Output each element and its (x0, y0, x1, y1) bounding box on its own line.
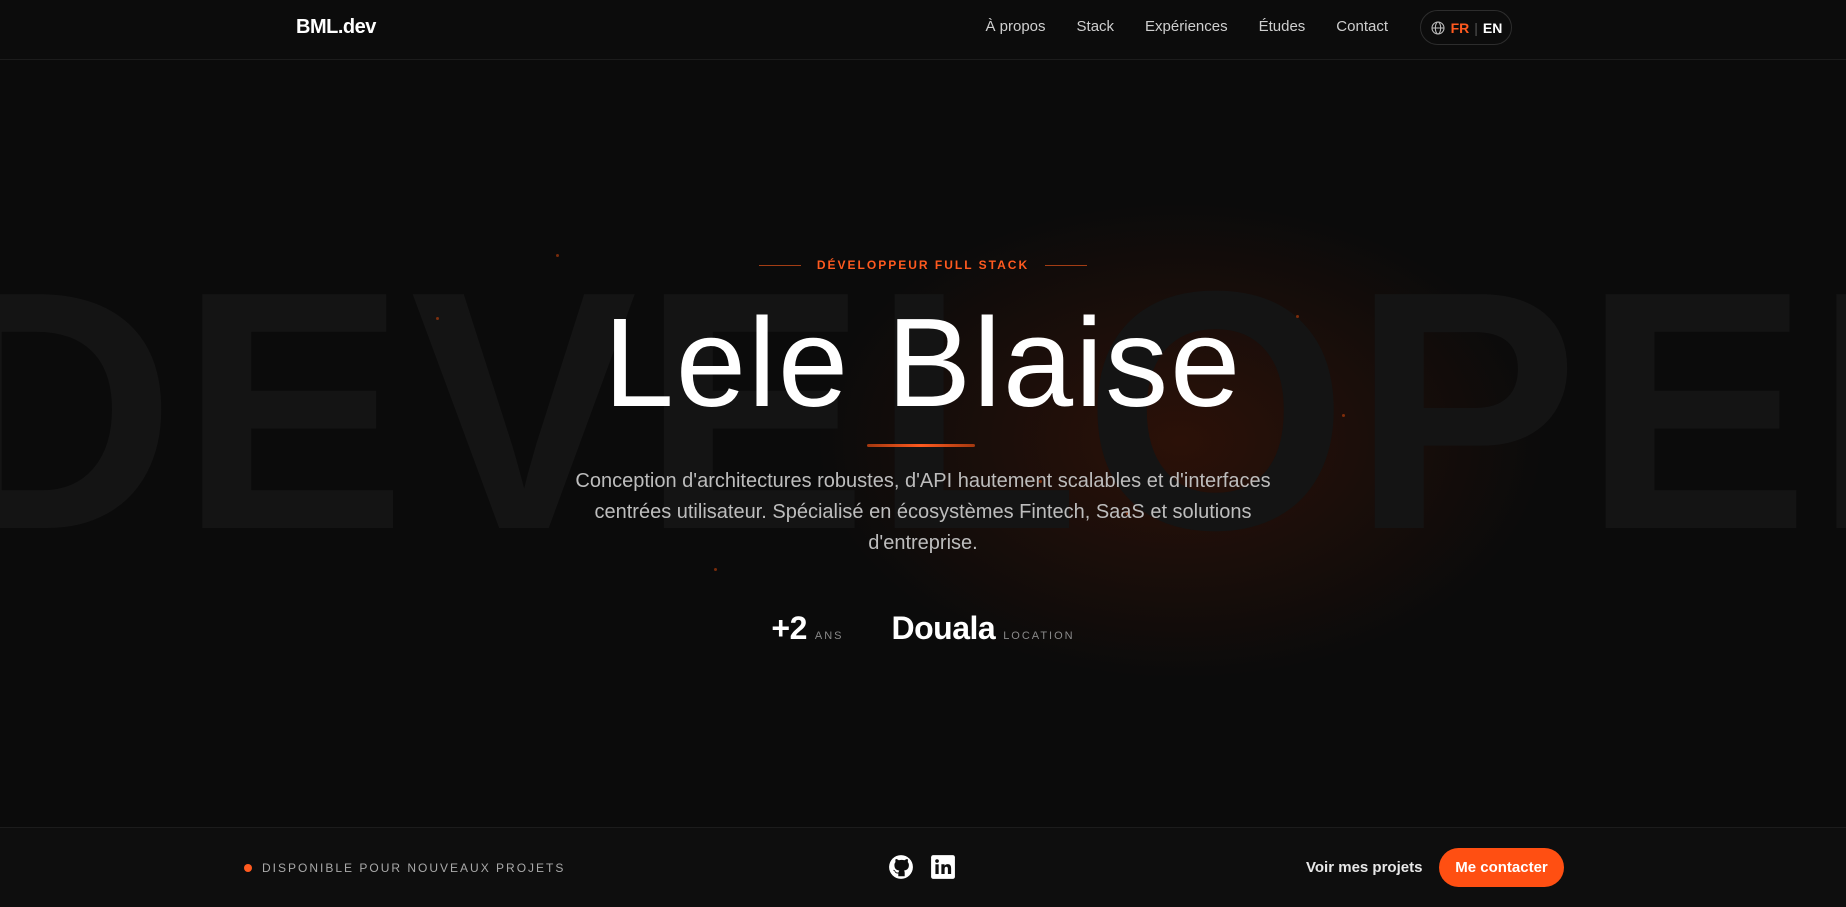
globe-icon (1431, 20, 1445, 35)
hero-footer-bar: DISPONIBLE POUR NOUVEAUX PROJETS Voir me… (0, 827, 1846, 907)
nav-link-a-propos[interactable]: À propos (985, 18, 1045, 35)
view-projects-link[interactable]: Voir mes projets (1306, 859, 1422, 876)
hero-description: Conception d'architectures robustes, d'A… (575, 470, 1271, 554)
stat-location-value: Douala (891, 610, 996, 646)
name-underline (867, 444, 975, 447)
lang-en[interactable]: EN (1483, 20, 1502, 36)
eyebrow-text: DÉVELOPPEUR FULL STACK (816, 258, 1030, 272)
linkedin-link[interactable] (930, 854, 956, 880)
stat-experience-value: +2 (771, 610, 807, 646)
social-links (888, 854, 956, 880)
hero-section: DEVELOPER DÉVELOPPEUR FULL STACK Lele Bl… (0, 61, 1846, 827)
language-switcher[interactable]: FR | EN (1420, 10, 1512, 45)
particle (556, 254, 559, 257)
lang-fr[interactable]: FR (1451, 20, 1470, 36)
stat-experience-label: ANS (814, 630, 844, 642)
eyebrow-line-right (1045, 265, 1088, 267)
github-link[interactable] (888, 854, 914, 880)
nav-link-stack[interactable]: Stack (1077, 18, 1115, 35)
contact-button[interactable]: Me contacter (1439, 848, 1564, 887)
stat-location: Douala LOCATION (892, 610, 1075, 647)
particle (714, 568, 717, 571)
stat-location-label: LOCATION (1003, 630, 1075, 642)
status-dot (244, 864, 252, 872)
hero-name: Lele Blaise (603, 292, 1243, 433)
hero-stats: +2 ANS Douala LOCATION (0, 610, 1846, 647)
eyebrow-line-left (758, 265, 801, 267)
stat-experience: +2 ANS (771, 610, 843, 647)
linkedin-icon (931, 855, 955, 879)
site-header: BML.dev À propos Stack Expériences Étude… (0, 0, 1846, 60)
nav-link-experiences[interactable]: Expériences (1145, 18, 1228, 35)
availability-status: DISPONIBLE POUR NOUVEAUX PROJETS (244, 861, 565, 875)
nav-link-etudes[interactable]: Études (1259, 18, 1306, 35)
nav-link-contact[interactable]: Contact (1336, 18, 1388, 35)
lang-separator: | (1474, 19, 1478, 36)
site-logo[interactable]: BML.dev (296, 16, 376, 39)
hero-eyebrow: DÉVELOPPEUR FULL STACK (0, 258, 1846, 272)
main-nav: À propos Stack Expériences Études Contac… (985, 18, 1388, 35)
availability-text: DISPONIBLE POUR NOUVEAUX PROJETS (262, 861, 566, 875)
github-icon (889, 855, 913, 879)
